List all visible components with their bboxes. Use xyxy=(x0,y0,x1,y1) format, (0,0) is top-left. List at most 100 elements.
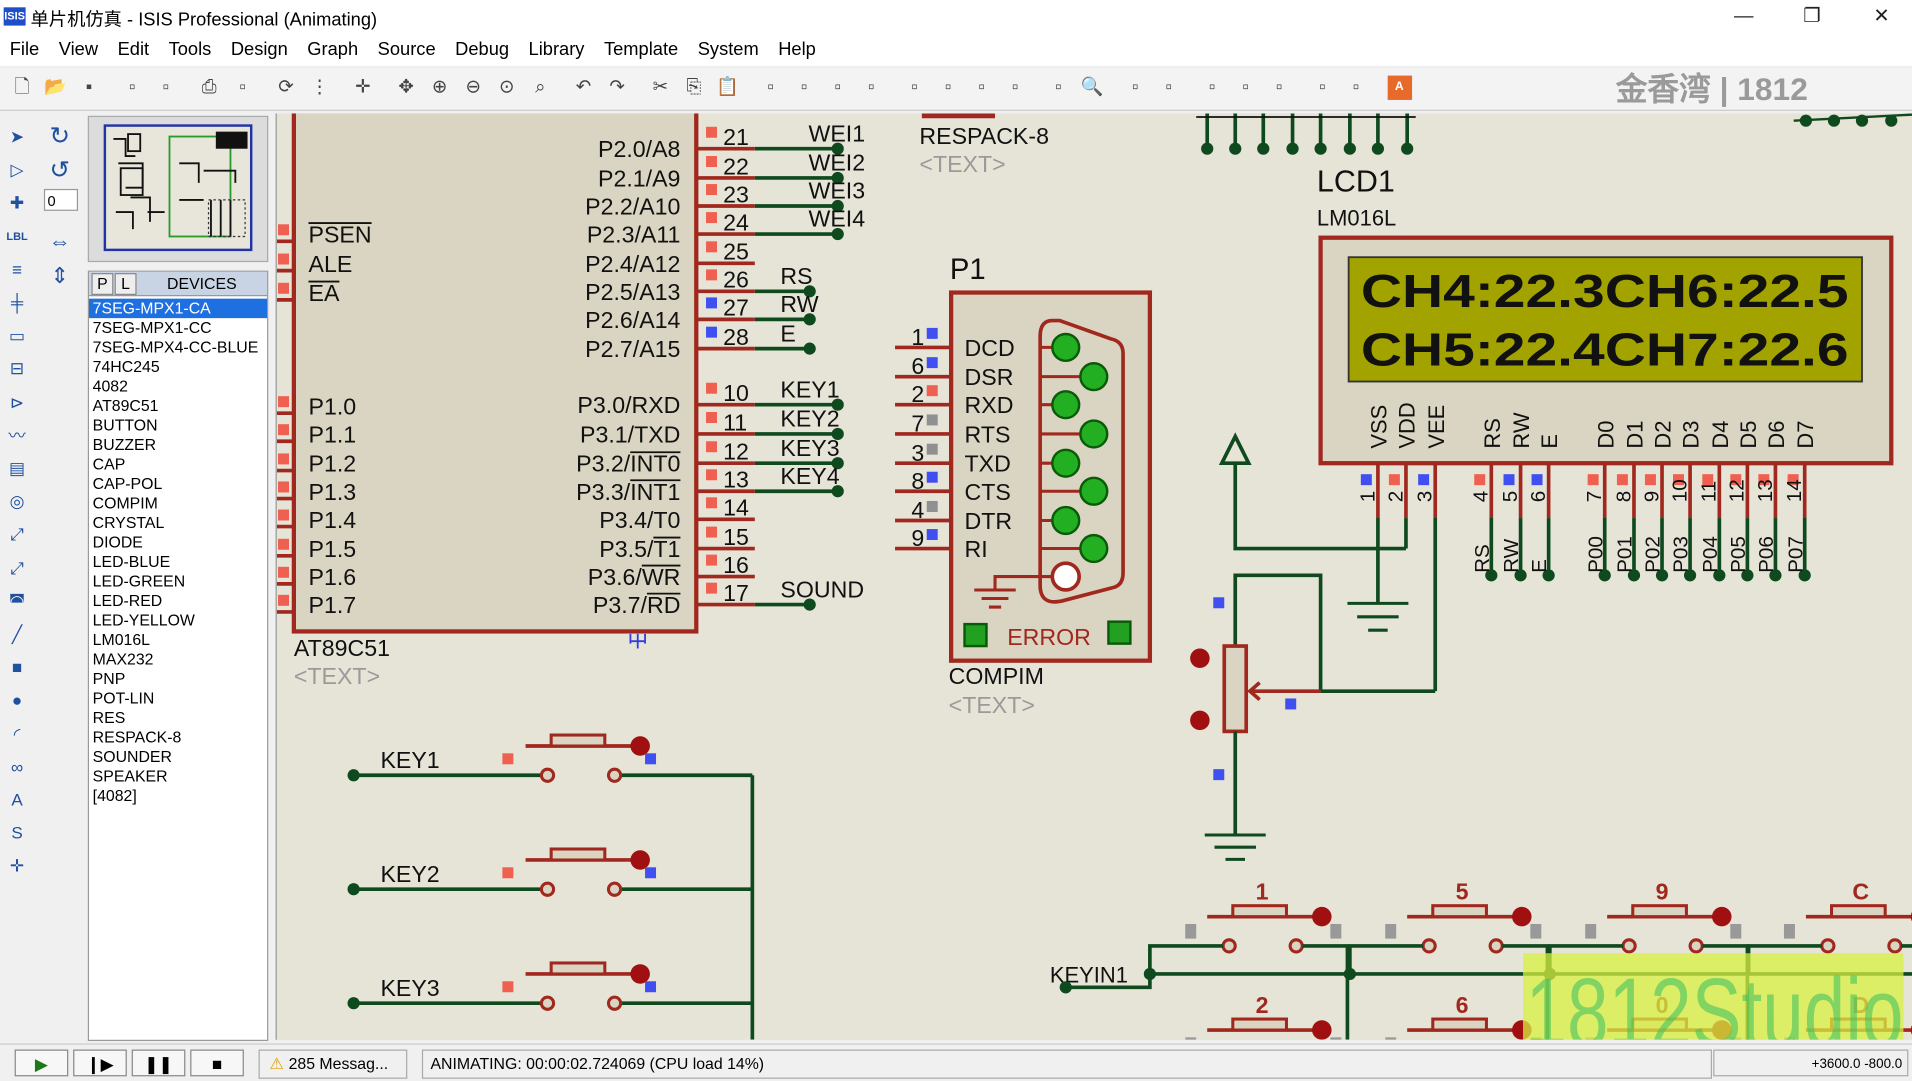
remove-sheet-icon[interactable]: ▫ xyxy=(1200,76,1224,100)
redo-icon[interactable]: ↷ xyxy=(605,76,629,100)
new-sheet-icon[interactable]: ▫ xyxy=(1157,76,1181,100)
text-script-icon[interactable]: ≡ xyxy=(4,256,31,283)
device-list-item[interactable]: COMPIM xyxy=(89,494,267,514)
device-list-item[interactable]: DIODE xyxy=(89,533,267,553)
rotate-anticlockwise-icon[interactable]: ↺ xyxy=(46,157,73,184)
menu-source[interactable]: Source xyxy=(368,37,445,66)
bus-icon[interactable]: ╪ xyxy=(4,289,31,316)
rotation-angle-input[interactable]: 0 xyxy=(43,188,79,211)
pan-icon[interactable]: ✥ xyxy=(394,76,418,100)
block-rotate-icon[interactable]: ▫ xyxy=(826,76,850,100)
pick-devices-button[interactable]: P xyxy=(91,273,114,295)
arc-icon[interactable]: ◜ xyxy=(4,720,31,747)
device-list-item[interactable]: LED-GREEN xyxy=(89,572,267,592)
device-list-item[interactable]: 4082 xyxy=(89,377,267,397)
device-list-item[interactable]: [4082] xyxy=(89,786,267,806)
device-list-item[interactable]: SOUNDER xyxy=(89,747,267,767)
overview-window[interactable] xyxy=(87,115,269,263)
pick-device-icon[interactable]: ▫ xyxy=(902,76,926,100)
device-list-item[interactable]: SPEAKER xyxy=(89,767,267,787)
device-list-item[interactable]: 74HC245 xyxy=(89,357,267,377)
stop-button[interactable]: ■ xyxy=(190,1049,244,1077)
schematic-drawing[interactable]: PSEN ALE EA P1.0P1.1 P1.2P1.3P1.4 P1.5P1.6P1.… xyxy=(276,113,1912,1040)
open-file-icon[interactable]: 📂 xyxy=(43,76,67,100)
device-list[interactable]: 7SEG-MPX1-CA 7SEG-MPX1-CC 7SEG-MPX4-CC-BLU… xyxy=(89,298,268,806)
device-list-item[interactable]: LED-BLUE xyxy=(89,552,267,572)
line-icon[interactable]: ╱ xyxy=(4,620,31,647)
zoom-out-icon[interactable]: ⊖ xyxy=(461,76,485,100)
grid-icon[interactable]: ⋮ xyxy=(307,76,331,100)
zoom-in-icon[interactable]: ⊕ xyxy=(427,76,451,100)
restore-button[interactable]: ❐ xyxy=(1788,2,1837,31)
menu-template[interactable]: Template xyxy=(594,37,688,66)
export-icon[interactable]: ▫ xyxy=(154,76,178,100)
device-list-item[interactable]: 7SEG-MPX1-CA xyxy=(89,298,268,319)
zoom-all-icon[interactable]: ⊙ xyxy=(494,76,518,100)
device-list-item[interactable]: LED-YELLOW xyxy=(89,611,267,631)
minimize-button[interactable]: — xyxy=(1719,2,1768,31)
undo-icon[interactable]: ↶ xyxy=(571,76,595,100)
rotate-clockwise-icon[interactable]: ↻ xyxy=(46,123,73,150)
device-list-item[interactable]: CAP xyxy=(89,455,267,475)
text-icon[interactable]: A xyxy=(4,786,31,813)
schematic-canvas[interactable]: PSEN ALE EA P1.0 P1.1 P1.2 P1.3 P1.4 P1.5 P1.6 P1.… xyxy=(275,113,1912,1040)
device-list-item[interactable]: BUTTON xyxy=(89,416,267,436)
generator-icon[interactable]: ◎ xyxy=(4,488,31,515)
graph-icon[interactable]: 〰 xyxy=(4,422,31,449)
device-list-item[interactable]: MAX232 xyxy=(89,650,267,670)
import-icon[interactable]: ▫ xyxy=(120,76,144,100)
device-list-item[interactable]: POT-LIN xyxy=(89,689,267,709)
device-list-item[interactable]: AT89C51 xyxy=(89,396,267,416)
zoom-child-icon[interactable]: ▫ xyxy=(1267,76,1291,100)
menu-file[interactable]: File xyxy=(0,37,49,66)
ares-icon[interactable]: A xyxy=(1387,75,1412,100)
goto-sheet-icon[interactable]: ▫ xyxy=(1233,76,1257,100)
menu-graph[interactable]: Graph xyxy=(298,37,368,66)
menu-help[interactable]: Help xyxy=(768,37,825,66)
box-icon[interactable]: ■ xyxy=(4,654,31,681)
menu-view[interactable]: View xyxy=(49,37,108,66)
pause-button[interactable]: ❚❚ xyxy=(131,1049,186,1077)
mirror-vertical-icon[interactable]: ⇕ xyxy=(46,262,73,289)
component-icon[interactable]: ▷ xyxy=(4,156,31,183)
library-manager-button[interactable]: L xyxy=(114,273,137,295)
device-list-item[interactable]: CAP-POL xyxy=(89,474,267,494)
wire-autorouter-icon[interactable]: ▫ xyxy=(1046,76,1070,100)
menu-tools[interactable]: Tools xyxy=(159,37,221,66)
electrical-rule-check-icon[interactable]: ▫ xyxy=(1344,76,1368,100)
wire-label-icon[interactable]: LBL xyxy=(4,223,31,250)
select-arrow-icon[interactable]: ➤ xyxy=(4,123,31,150)
paste-icon[interactable]: 📋 xyxy=(715,76,739,100)
packaging-icon[interactable]: ▫ xyxy=(969,76,993,100)
copy-icon[interactable]: ⎘ xyxy=(682,76,706,100)
device-list-item[interactable]: LED-RED xyxy=(89,591,267,611)
circle-icon[interactable]: ● xyxy=(4,687,31,714)
close-button[interactable]: ✕ xyxy=(1857,2,1906,31)
property-assign-icon[interactable]: ▫ xyxy=(1123,76,1147,100)
decompose-icon[interactable]: ▫ xyxy=(1003,76,1027,100)
symbol-icon[interactable]: S xyxy=(4,819,31,846)
device-list-item[interactable]: RESPACK-8 xyxy=(89,728,267,748)
print-area-icon[interactable]: ▫ xyxy=(230,76,254,100)
messages-indicator[interactable]: ⚠ 285 Messag... xyxy=(258,1049,408,1079)
step-button[interactable]: ❙▶ xyxy=(73,1049,127,1077)
voltage-probe-icon[interactable]: ⤢ xyxy=(4,521,31,548)
path-icon[interactable]: ∞ xyxy=(4,753,31,780)
menu-system[interactable]: System xyxy=(688,37,768,66)
current-probe-icon[interactable]: ⤢ xyxy=(4,554,31,581)
origin-icon[interactable]: ✛ xyxy=(351,76,375,100)
device-list-item[interactable]: CRYSTAL xyxy=(89,513,267,533)
marker-icon[interactable]: ✛ xyxy=(4,853,31,880)
new-file-icon[interactable]: 🗋 xyxy=(10,76,34,100)
block-copy-icon[interactable]: ▫ xyxy=(758,76,782,100)
tape-recorder-icon[interactable]: ▤ xyxy=(4,455,31,482)
device-list-item[interactable]: BUZZER xyxy=(89,435,267,455)
menu-debug[interactable]: Debug xyxy=(445,37,518,66)
terminals-icon[interactable]: ⊟ xyxy=(4,355,31,382)
search-icon[interactable]: 🔍 xyxy=(1080,76,1104,100)
device-list-item[interactable]: 7SEG-MPX4-CC-BLUE xyxy=(89,338,267,358)
cut-icon[interactable]: ✂ xyxy=(648,76,672,100)
menu-library[interactable]: Library xyxy=(519,37,594,66)
virtual-instruments-icon[interactable]: ◚ xyxy=(4,587,31,614)
device-list-item[interactable]: 7SEG-MPX1-CC xyxy=(89,318,267,338)
